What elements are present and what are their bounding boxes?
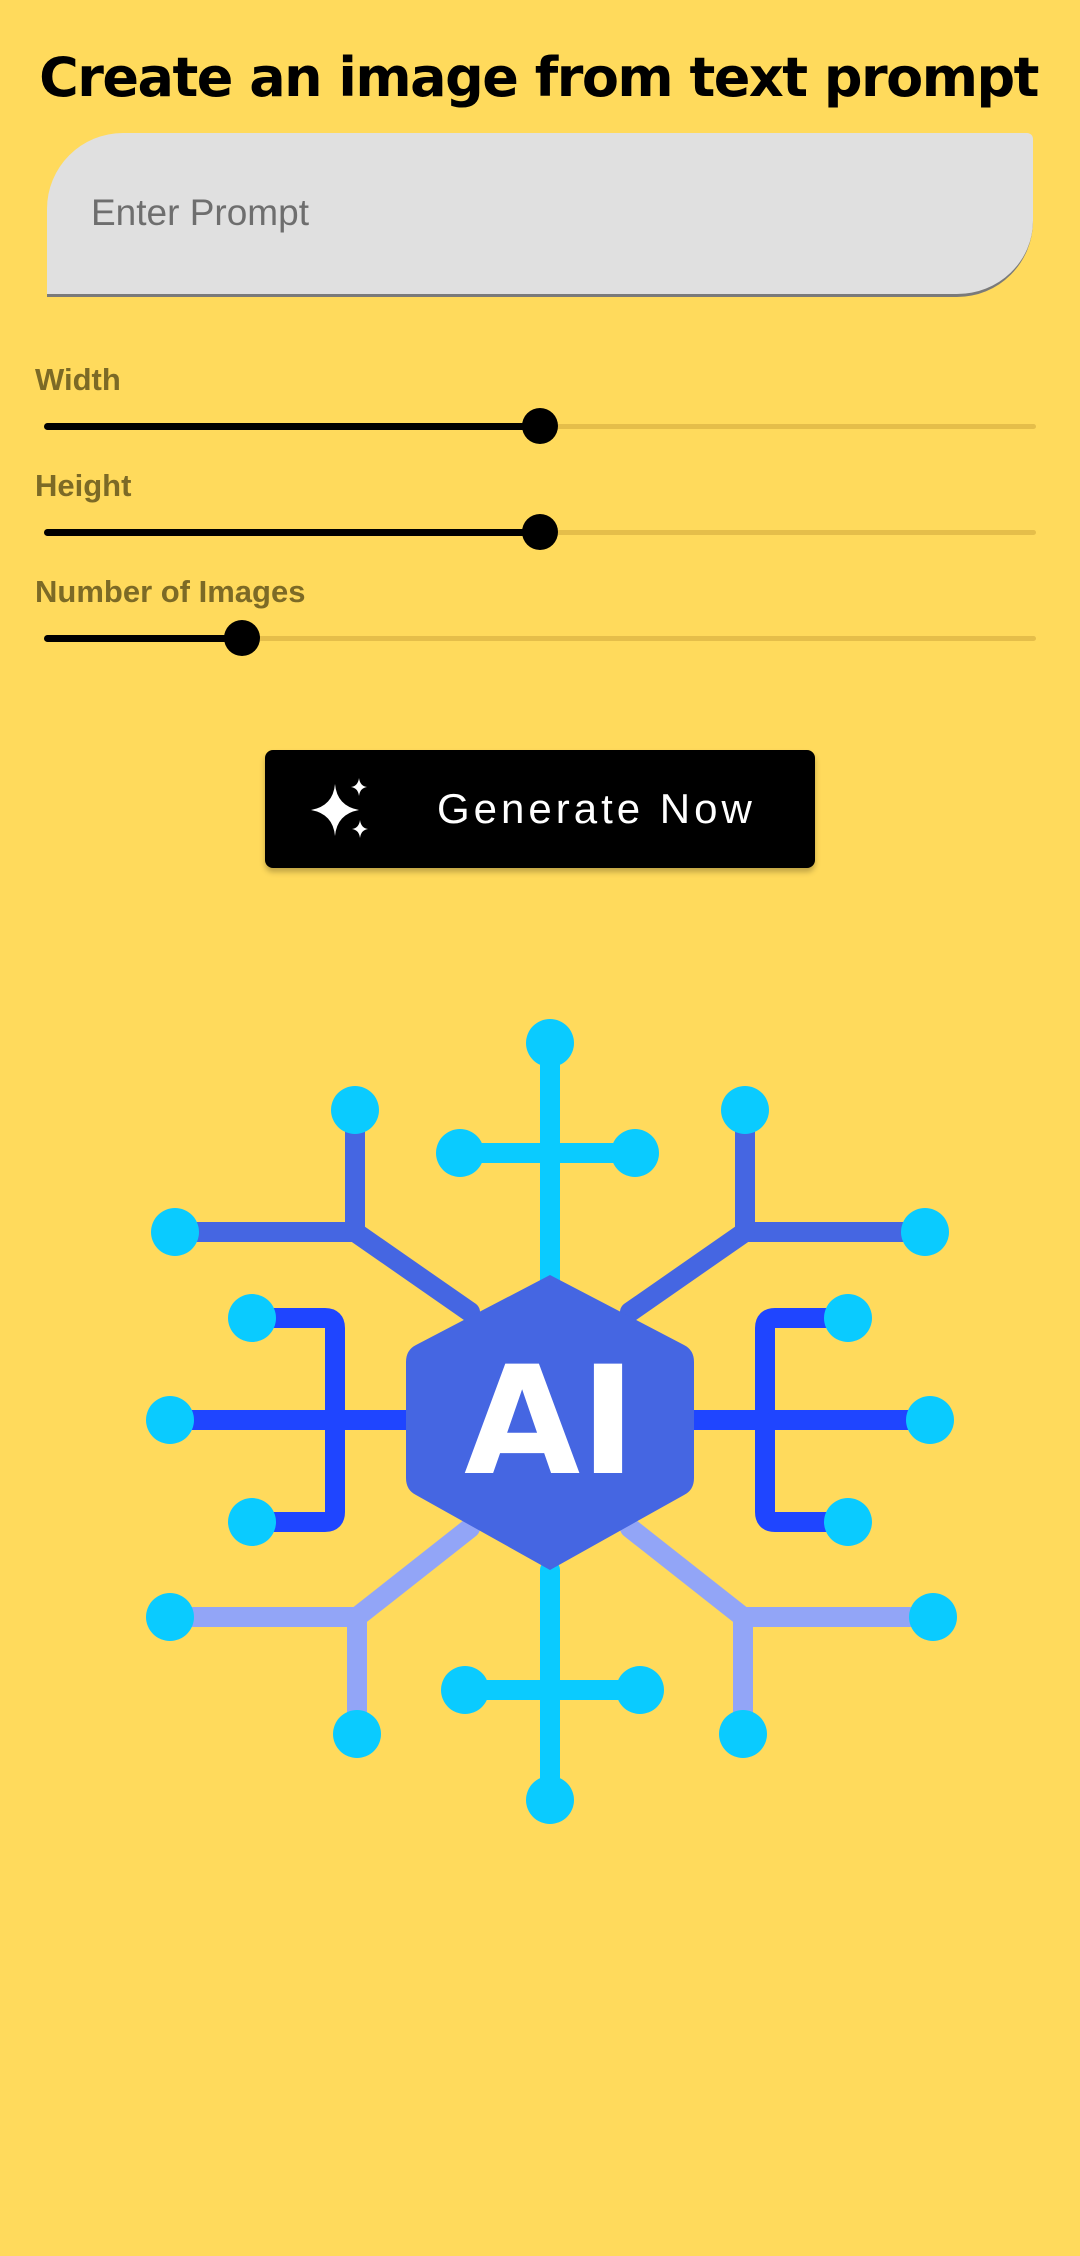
generate-now-button[interactable]: Generate Now [265,750,815,868]
ai-network-icon: AI [146,1019,957,1824]
number-of-images-label: Number of Images [35,574,306,609]
number-of-images-slider-fill [44,635,243,642]
prompt-field[interactable] [47,133,1033,297]
width-slider-fill [44,423,540,430]
width-slider-thumb[interactable] [522,408,558,444]
ai-label: AI [464,1335,636,1509]
sparkles-icon [311,778,368,838]
height-slider-thumb[interactable] [522,514,558,550]
generate-now-label: Generate Now [437,785,756,832]
number-of-images-slider[interactable] [44,618,1036,658]
width-label: Width [35,362,121,397]
width-slider[interactable] [44,406,1036,446]
height-slider-fill [44,529,540,536]
height-slider[interactable] [44,512,1036,552]
screen: Create an image from text prompt Width H… [0,0,1080,2256]
number-of-images-slider-thumb[interactable] [224,620,261,656]
prompt-input[interactable] [91,188,991,238]
height-label: Height [35,468,132,503]
page-title: Create an image from text prompt [39,46,1039,109]
